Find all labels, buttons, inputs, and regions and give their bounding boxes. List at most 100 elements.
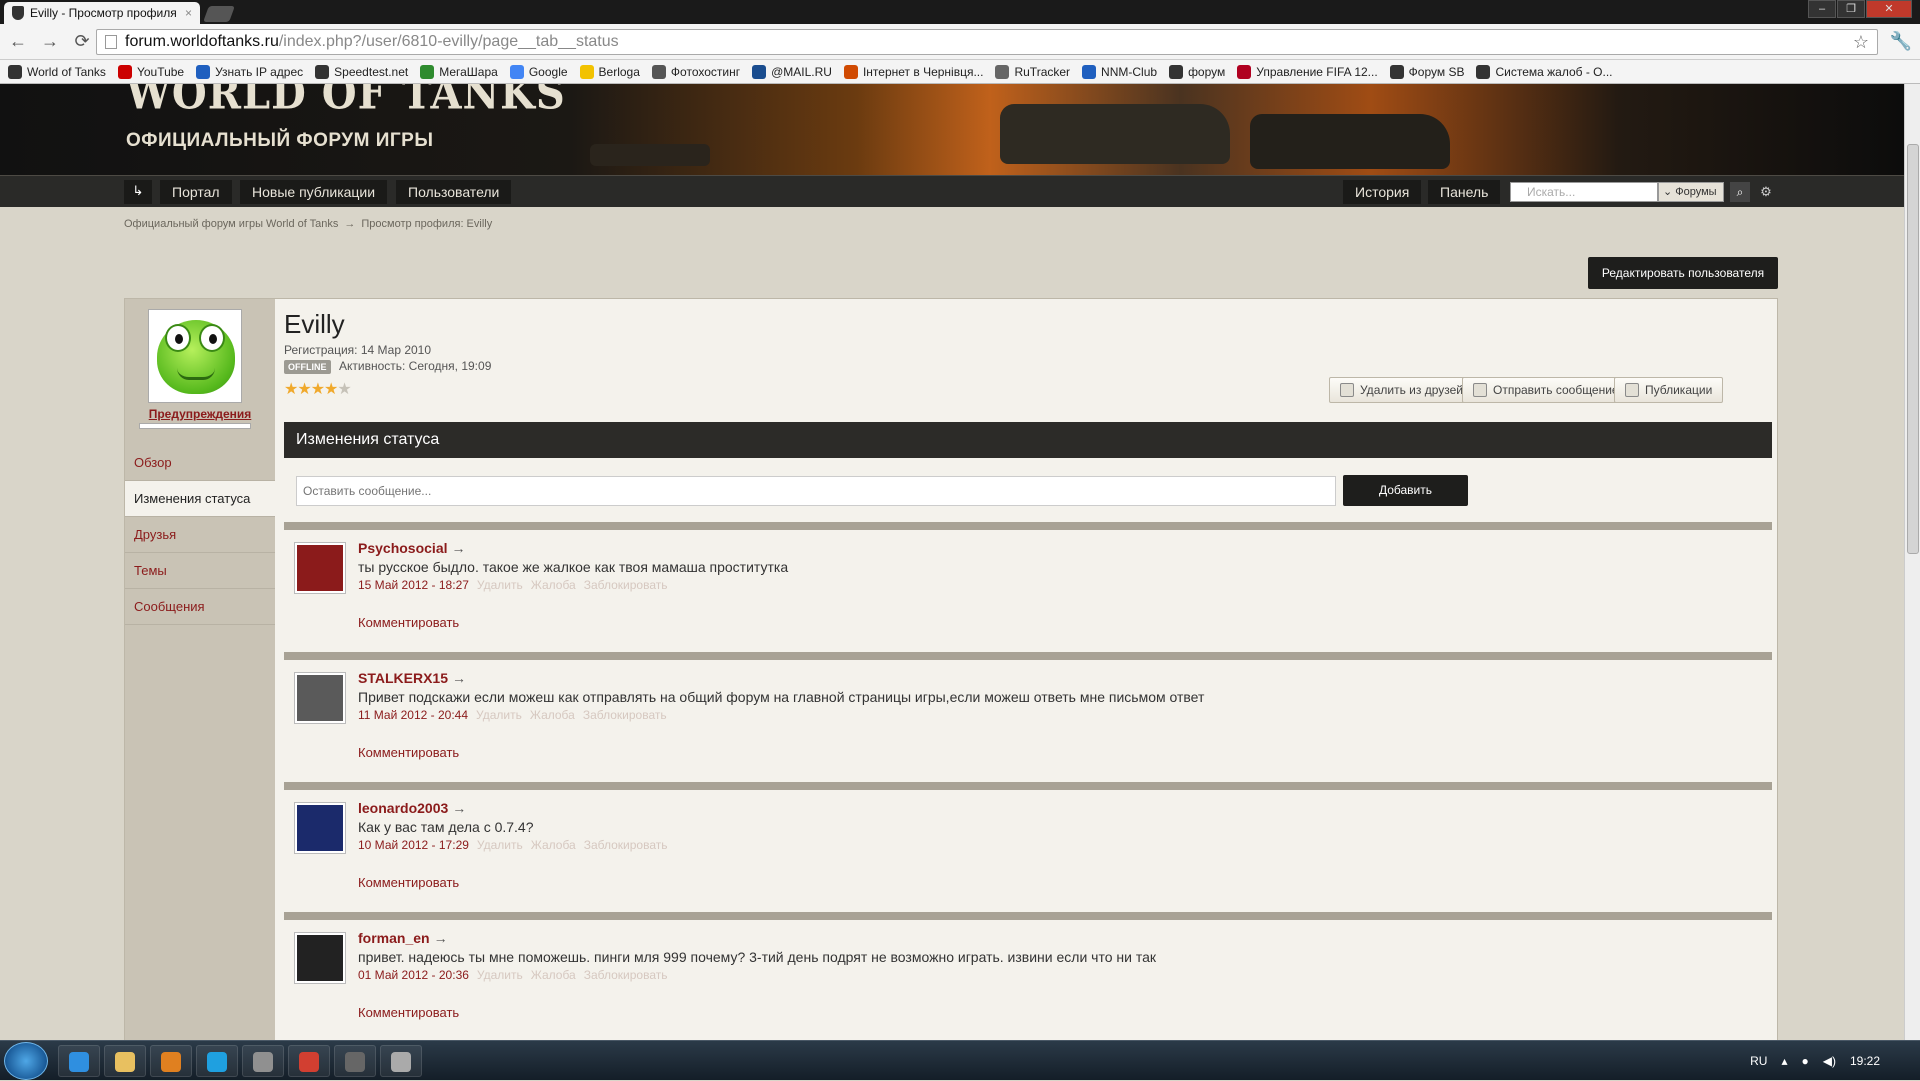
bookmark-favicon-icon	[8, 64, 22, 79]
taskbar-app-explorer[interactable]	[104, 1045, 146, 1077]
block-link[interactable]: Заблокировать	[584, 578, 668, 592]
comment-link[interactable]: Комментировать	[358, 875, 459, 890]
taskbar-app-chrome[interactable]	[288, 1045, 330, 1077]
status-author-link[interactable]: Psychosocial	[358, 540, 448, 556]
avatar[interactable]	[294, 932, 346, 984]
add-status-button[interactable]: Добавить	[1343, 475, 1468, 506]
clock[interactable]: 19:22	[1850, 1054, 1880, 1068]
site-logo[interactable]: WORLD OF TANKS	[126, 84, 566, 119]
maximize-button[interactable]: ❐	[1837, 0, 1865, 18]
taskbar-app-app[interactable]	[242, 1045, 284, 1077]
nav-portal[interactable]: Портал	[160, 180, 232, 204]
new-tab-button[interactable]	[203, 6, 235, 22]
search-input[interactable]: Искать...	[1510, 182, 1658, 202]
comment-link[interactable]: Комментировать	[358, 745, 459, 760]
profile-tab[interactable]: Обзор	[125, 445, 275, 481]
back-button[interactable]: ←	[4, 28, 32, 56]
bookmark-item[interactable]: Фотохостинг	[651, 64, 740, 79]
vertical-scrollbar[interactable]	[1904, 84, 1920, 1040]
profile-tab[interactable]: Изменения статуса	[125, 481, 275, 517]
search-scope-select[interactable]: ⌄ Форумы	[1658, 182, 1724, 202]
forward-button[interactable]: →	[36, 28, 64, 56]
bookmark-item[interactable]: Speedtest.net	[315, 64, 408, 79]
taskbar-app-app2[interactable]	[380, 1045, 422, 1077]
language-indicator[interactable]: RU	[1750, 1054, 1767, 1068]
bookmark-item[interactable]: World of Tanks	[8, 64, 106, 79]
profile-tab[interactable]: Темы	[125, 553, 275, 589]
status-author-link[interactable]: STALKERX15	[358, 670, 448, 686]
bookmark-label: NNM-Club	[1101, 64, 1158, 79]
gear-icon[interactable]: ⚙	[1756, 182, 1776, 202]
comment-link[interactable]: Комментировать	[358, 1005, 459, 1020]
block-link[interactable]: Заблокировать	[583, 708, 667, 722]
bookmark-item[interactable]: YouTube	[117, 64, 184, 79]
search-icon[interactable]: ⌕	[1730, 182, 1750, 202]
report-link[interactable]: Жалоба	[530, 708, 575, 722]
bookmark-item[interactable]: Google	[509, 64, 568, 79]
avatar[interactable]	[294, 802, 346, 854]
bookmark-star-icon[interactable]: ☆	[1853, 32, 1869, 53]
nav-new-posts[interactable]: Новые публикации	[240, 180, 388, 204]
volume-icon[interactable]: ◀)	[1823, 1054, 1836, 1068]
scrollbar-thumb[interactable]	[1907, 144, 1919, 554]
bookmark-item[interactable]: МегаШара	[420, 64, 498, 79]
tray-expand-icon[interactable]: ▴	[1781, 1054, 1787, 1068]
avatar[interactable]	[148, 309, 242, 403]
bookmark-item[interactable]: Управление FIFA 12...	[1237, 64, 1378, 79]
network-icon[interactable]: ●	[1801, 1054, 1808, 1068]
status-author-link[interactable]: leonardo2003	[358, 800, 448, 816]
delete-link[interactable]: Удалить	[476, 708, 522, 722]
report-link[interactable]: Жалоба	[531, 838, 576, 852]
bookmark-item[interactable]: Узнать IP адрес	[196, 64, 303, 79]
block-link[interactable]: Заблокировать	[584, 968, 668, 982]
taskbar-app-media-player[interactable]	[150, 1045, 192, 1077]
close-window-button[interactable]: ✕	[1866, 0, 1912, 18]
start-button[interactable]	[4, 1042, 48, 1080]
tab-close-icon[interactable]: ×	[185, 6, 192, 20]
minimize-button[interactable]: –	[1808, 0, 1836, 18]
report-link[interactable]: Жалоба	[531, 968, 576, 982]
comment-link[interactable]: Комментировать	[358, 615, 459, 630]
bookmark-item[interactable]: Berloga	[579, 64, 640, 79]
bookmark-item[interactable]: RuTracker	[995, 64, 1070, 79]
bookmark-item[interactable]: NNM-Club	[1082, 64, 1158, 79]
report-link[interactable]: Жалоба	[531, 578, 576, 592]
home-arrow-button[interactable]: ↳	[124, 180, 152, 204]
block-link[interactable]: Заблокировать	[584, 838, 668, 852]
taskbar-app-skype[interactable]	[196, 1045, 238, 1077]
bookmark-item[interactable]: Інтернет в Чернівця...	[843, 64, 983, 79]
bookmark-item[interactable]: @MAIL.RU	[752, 64, 832, 79]
status-item: STALKERX15 → Привет подскажи если можеш ка…	[284, 652, 1772, 774]
nav-users[interactable]: Пользователи	[396, 180, 512, 204]
warnings-link[interactable]: Предупреждения	[125, 407, 275, 421]
app2-icon	[391, 1052, 411, 1072]
bookmark-label: МегаШара	[439, 64, 498, 79]
reload-button[interactable]: ⟳	[68, 28, 96, 56]
profile-tab[interactable]: Сообщения	[125, 589, 275, 625]
delete-link[interactable]: Удалить	[477, 968, 523, 982]
status-message-input[interactable]	[296, 476, 1336, 506]
taskbar-app-world-of-tanks[interactable]	[334, 1045, 376, 1077]
breadcrumb: Официальный форум игры World of Tanks → Пр…	[124, 218, 492, 230]
avatar[interactable]	[294, 672, 346, 724]
remove-friend-button[interactable]: Удалить из друзей	[1329, 377, 1474, 403]
status-author-link[interactable]: forman_en	[358, 930, 430, 946]
address-bar[interactable]: forum.worldoftanks.ru/index.php?/user/68…	[96, 29, 1878, 55]
delete-link[interactable]: Удалить	[477, 838, 523, 852]
breadcrumb-root-link[interactable]: Официальный форум игры World of Tanks	[124, 218, 338, 230]
browser-tab[interactable]: Evilly - Просмотр профиля ×	[4, 2, 200, 24]
nav-history[interactable]: История	[1343, 180, 1422, 204]
avatar[interactable]	[294, 542, 346, 594]
bookmark-item[interactable]: Система жалоб - О...	[1476, 64, 1613, 79]
publications-button[interactable]: Публикации	[1614, 377, 1724, 403]
delete-link[interactable]: Удалить	[477, 578, 523, 592]
taskbar-app-ie[interactable]	[58, 1045, 100, 1077]
nav-panel[interactable]: Панель	[1428, 180, 1501, 204]
bookmark-item[interactable]: форум	[1169, 64, 1225, 79]
bookmark-item[interactable]: Форум SB	[1389, 64, 1464, 79]
breadcrumb-separator: →	[344, 218, 356, 230]
send-message-button[interactable]: Отправить сообщение	[1462, 377, 1630, 403]
profile-tab[interactable]: Друзья	[125, 517, 275, 553]
wrench-menu-icon[interactable]: 🔧	[1890, 31, 1912, 52]
edit-user-button[interactable]: Редактировать пользователя	[1588, 257, 1778, 289]
